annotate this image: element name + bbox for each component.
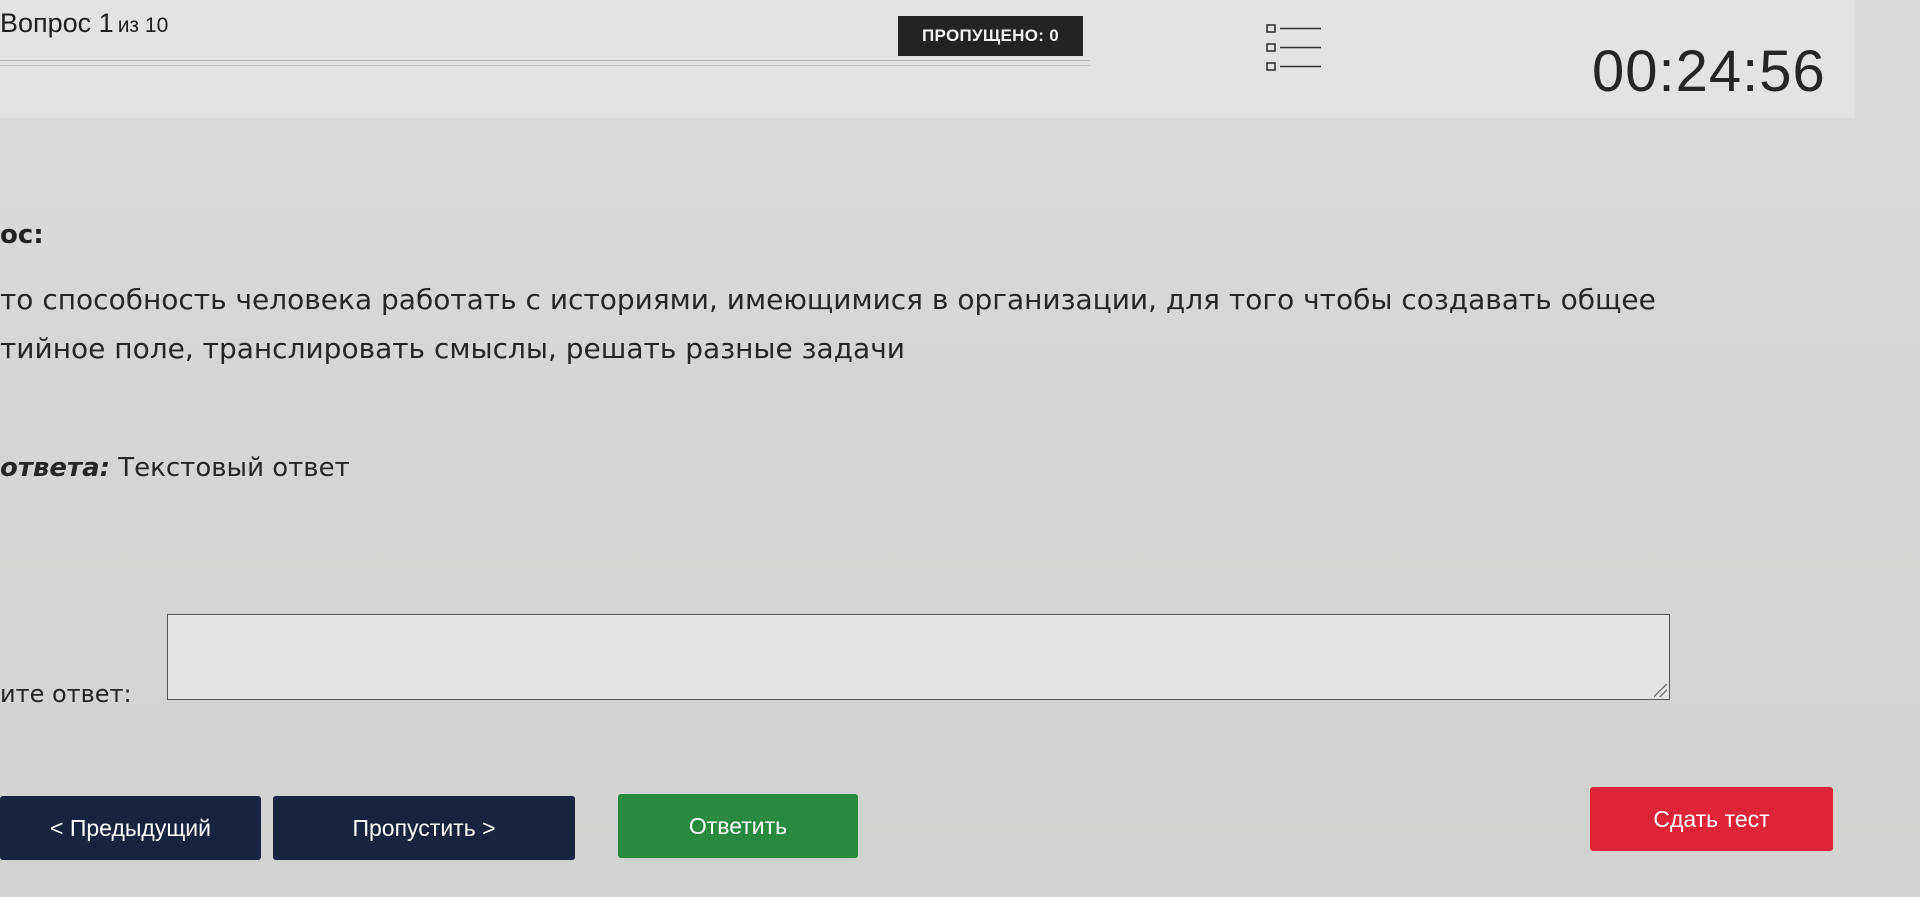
textarea-resize-handle[interactable] <box>1654 684 1667 697</box>
answer-type-value: Текстовый ответ <box>118 453 350 483</box>
question-list-icon[interactable] <box>1265 20 1323 78</box>
answer-type: ответа: Текстовый ответ <box>0 453 350 483</box>
question-text-line-1: то способность человека работать с истор… <box>0 283 1656 316</box>
answer-type-label: ответа: <box>0 453 111 483</box>
question-total: из 10 <box>117 14 169 37</box>
question-counter: Вопрос 1 из 10 <box>0 8 168 39</box>
submit-test-button[interactable]: Сдать тест <box>1590 787 1833 851</box>
previous-button[interactable]: < Предыдущий <box>0 796 261 860</box>
skip-button[interactable]: Пропустить > <box>273 796 575 860</box>
countdown-timer: 00:24:56 <box>1592 39 1826 104</box>
quiz-header: Вопрос 1 из 10 ПРОПУЩЕНО: 0 00:24:56 <box>0 0 1855 118</box>
question-number: Вопрос 1 <box>0 8 114 38</box>
question-heading: ос: <box>0 220 44 250</box>
skipped-count-badge: ПРОПУЩЕНО: 0 <box>898 16 1083 56</box>
answer-textarea[interactable] <box>167 614 1670 700</box>
progress-line <box>0 60 1090 66</box>
question-text-line-2: тийное поле, транслировать смыслы, решат… <box>0 332 905 365</box>
answer-button[interactable]: Ответить <box>618 794 858 858</box>
answer-input-label: ите ответ: <box>0 680 132 708</box>
